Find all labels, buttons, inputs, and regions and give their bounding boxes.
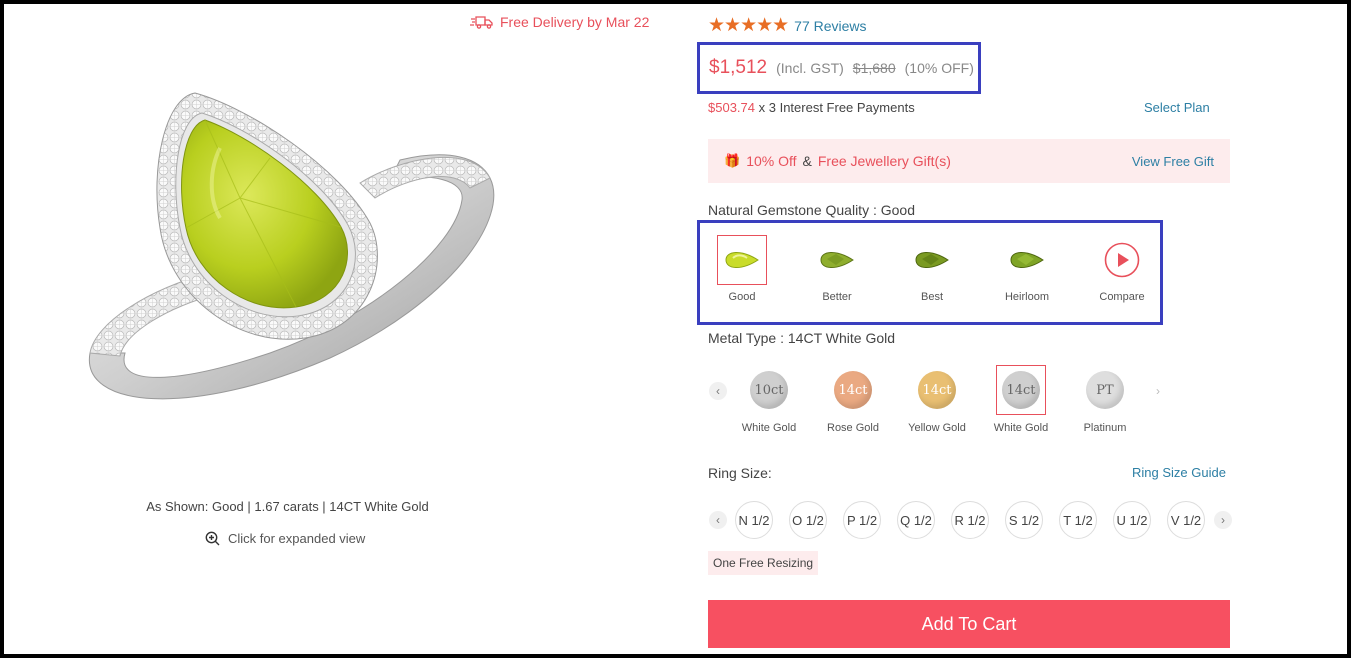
- quality-option-label: Good: [728, 291, 756, 303]
- metal-option[interactable]: 14ct Yellow Gold: [904, 365, 970, 434]
- gem-best-icon: [915, 252, 949, 268]
- chevron-left-icon: ‹: [716, 513, 720, 527]
- metal-option-label: White Gold: [741, 422, 797, 434]
- quality-option-label: Compare: [1099, 291, 1145, 303]
- size-option[interactable]: N 1/2: [735, 501, 773, 539]
- ring-size-label: Ring Size:: [708, 465, 772, 481]
- size-option[interactable]: S 1/2: [1005, 501, 1043, 539]
- metal-prev-button[interactable]: ‹: [709, 382, 727, 400]
- size-option[interactable]: T 1/2: [1059, 501, 1097, 539]
- quality-option-label: Heirloom: [1004, 291, 1049, 303]
- quality-option-better[interactable]: Better: [807, 235, 867, 303]
- original-price: $1,680: [852, 60, 896, 76]
- metal-option[interactable]: PT Platinum: [1072, 365, 1138, 434]
- gift-off-text: 10% Off: [746, 153, 797, 169]
- size-prev-button[interactable]: ‹: [709, 511, 727, 529]
- current-price: $1,512: [709, 57, 768, 78]
- free-resizing-badge: One Free Resizing: [708, 551, 819, 575]
- expand-view-link[interactable]: Click for expanded view: [205, 531, 365, 546]
- price-box: $1,512 (Incl. GST) $1,680 (10% OFF): [697, 42, 981, 94]
- metal-option[interactable]: 10ct White Gold: [736, 365, 802, 434]
- view-free-gift-link[interactable]: View Free Gift: [1132, 154, 1214, 169]
- quality-compare[interactable]: Compare: [1092, 235, 1152, 303]
- delivery-info: Free Delivery by Mar 22: [470, 14, 649, 30]
- chevron-right-icon: ›: [1156, 384, 1160, 398]
- metal-ball-icon: 10ct: [750, 371, 788, 409]
- rating: ★★★★★ 77 Reviews: [708, 14, 867, 37]
- play-icon: [1104, 242, 1140, 278]
- quality-option-heirloom[interactable]: Heirloom: [997, 235, 1057, 303]
- size-option[interactable]: P 1/2: [843, 501, 881, 539]
- metal-ball-icon: 14ct: [1002, 371, 1040, 409]
- size-next-button[interactable]: ›: [1214, 511, 1232, 529]
- metal-option-selected[interactable]: 14ct White Gold: [988, 365, 1054, 434]
- gift-banner: 🎁 10% Off & Free Jewellery Gift(s) View …: [708, 139, 1230, 183]
- expand-view-label: Click for expanded view: [228, 531, 366, 546]
- discount-label: (10% OFF): [904, 60, 974, 76]
- gst-note: (Incl. GST): [776, 60, 844, 76]
- product-image[interactable]: [70, 88, 510, 438]
- delivery-text: Free Delivery by Mar 22: [500, 14, 650, 30]
- quality-option-best[interactable]: Best: [902, 235, 962, 303]
- installment-text: x 3 Interest Free Payments: [758, 100, 915, 115]
- quality-option-label: Better: [822, 291, 852, 303]
- product-caption: As Shown: Good | 1.67 carats | 14CT Whit…: [146, 499, 429, 514]
- gem-better-icon: [820, 252, 854, 268]
- size-option[interactable]: O 1/2: [789, 501, 827, 539]
- chevron-left-icon: ‹: [716, 384, 720, 398]
- gift-text: Free Jewellery Gift(s): [817, 153, 951, 169]
- star-rating-icon: ★★★★★: [708, 15, 789, 36]
- truck-icon: [470, 16, 493, 29]
- gem-good-icon: [725, 252, 759, 268]
- gift-amp: &: [802, 153, 812, 169]
- quality-selector: Good Better Best Heirloom Compare: [697, 220, 1163, 325]
- metal-option-label: Yellow Gold: [908, 422, 966, 434]
- size-option[interactable]: V 1/2: [1167, 501, 1205, 539]
- metal-ball-icon: PT: [1086, 371, 1124, 409]
- ring-size-guide-link[interactable]: Ring Size Guide: [1132, 465, 1226, 480]
- metal-option-label: Rose Gold: [827, 422, 879, 434]
- quality-option-label: Best: [920, 291, 943, 303]
- metal-option[interactable]: 14ct Rose Gold: [820, 365, 886, 434]
- chevron-right-icon: ›: [1221, 513, 1225, 527]
- size-option[interactable]: Q 1/2: [897, 501, 935, 539]
- metal-option-label: White Gold: [993, 422, 1049, 434]
- gift-icon: 🎁: [724, 153, 741, 168]
- metal-label: Metal Type : 14CT White Gold: [708, 330, 896, 346]
- reviews-link[interactable]: 77 Reviews: [794, 18, 866, 34]
- size-option[interactable]: R 1/2: [951, 501, 989, 539]
- quality-option-good[interactable]: Good: [712, 235, 772, 303]
- metal-next-button[interactable]: ›: [1149, 382, 1167, 400]
- metal-ball-icon: 14ct: [918, 371, 956, 409]
- size-option[interactable]: U 1/2: [1113, 501, 1151, 539]
- zoom-in-icon: [205, 531, 220, 546]
- select-plan-link[interactable]: Select Plan: [1144, 100, 1210, 115]
- add-to-cart-button[interactable]: Add To Cart: [708, 600, 1230, 648]
- metal-ball-icon: 14ct: [834, 371, 872, 409]
- metal-option-label: Platinum: [1083, 422, 1127, 434]
- gem-heirloom-icon: [1010, 252, 1044, 268]
- installment-amount: $503.74: [708, 100, 755, 115]
- installments-info: $503.74 x 3 Interest Free Payments: [708, 100, 915, 115]
- quality-label: Natural Gemstone Quality : Good: [708, 202, 915, 218]
